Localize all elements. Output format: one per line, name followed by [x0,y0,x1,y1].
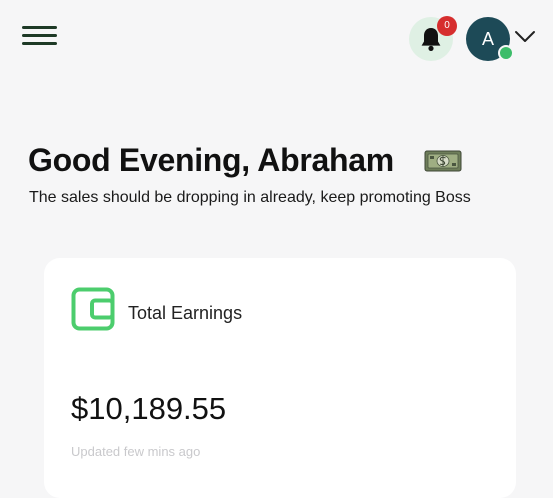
wallet-icon [71,287,115,331]
chevron-down-icon[interactable] [514,30,536,44]
earnings-amount: $10,189.55 [71,391,227,426]
page-title: Good Evening, Abraham [28,142,394,178]
hamburger-menu-icon[interactable] [22,24,58,48]
notification-count-badge: 0 [437,16,457,36]
online-status-indicator [498,45,514,61]
total-earnings-card: Total Earnings $10,189.55 Updated few mi… [44,258,516,498]
notifications-button[interactable]: 0 [409,16,457,61]
dollar-banknote-icon [424,150,462,172]
card-title: Total Earnings [128,303,243,323]
updated-timestamp: Updated few mins ago [71,444,201,459]
greeting-subtitle: The sales should be dropping in already,… [29,189,471,206]
top-bar: 0 A [0,0,553,80]
